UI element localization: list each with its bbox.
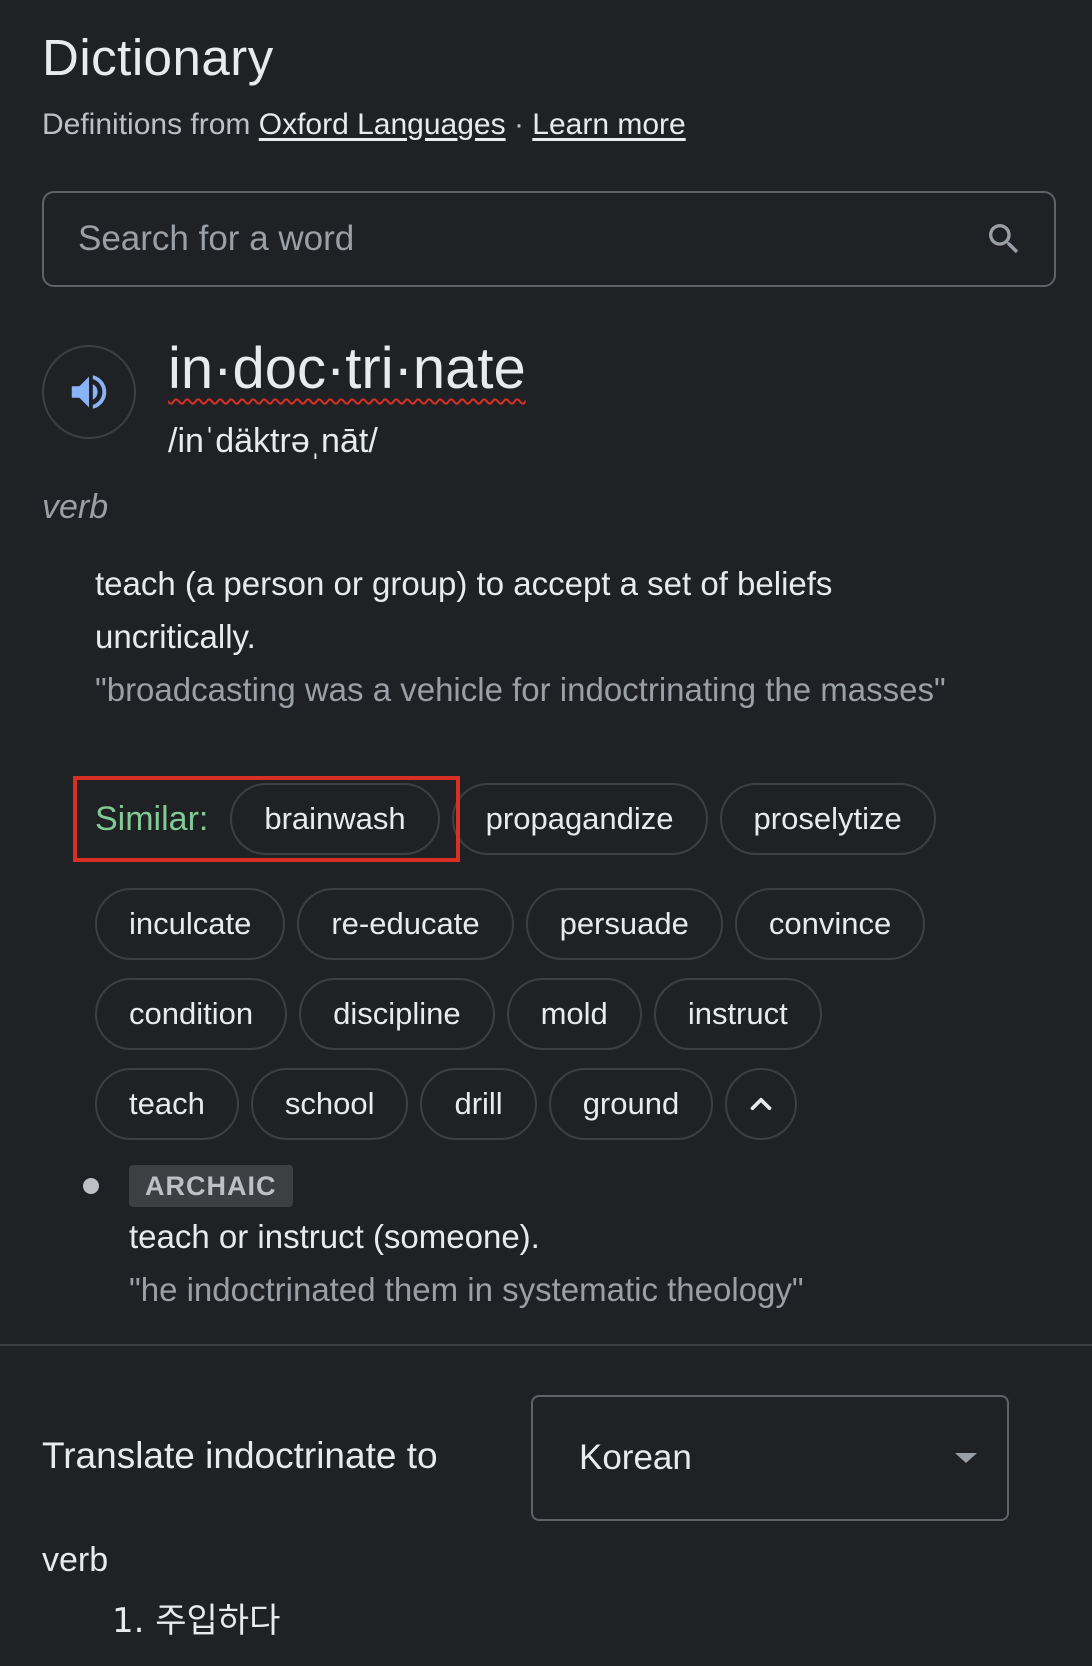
- definition-2: teach or instruct (someone).: [129, 1218, 540, 1255]
- headword: in·doc·tri·nate: [168, 336, 526, 401]
- similar-chip-row: inculcate re-educate persuade convince: [95, 888, 937, 960]
- similar-chip[interactable]: proselytize: [719, 783, 936, 855]
- similar-chip[interactable]: persuade: [525, 888, 723, 960]
- page-title: Dictionary: [42, 29, 274, 86]
- similar-chip[interactable]: brainwash: [230, 783, 440, 855]
- similar-label: Similar:: [95, 799, 209, 838]
- pronunciation: /inˈdäktrəˌnāt/: [168, 422, 378, 460]
- search-icon[interactable]: [984, 219, 1024, 259]
- translation-part-of-speech: verb: [42, 1541, 109, 1579]
- pronunciation-audio-button[interactable]: [42, 345, 136, 439]
- dropdown-caret-icon: [955, 1453, 977, 1463]
- translation-item: 1. 주입하다: [112, 1601, 281, 1641]
- bullet-dot: [83, 1178, 99, 1194]
- translate-label: Translate indoctrinate to: [42, 1435, 438, 1476]
- similar-chip[interactable]: inculcate: [95, 888, 286, 960]
- similar-chip[interactable]: teach: [95, 1068, 239, 1140]
- separator: ·: [513, 108, 524, 141]
- dictionary-panel: Dictionary Definitions from Oxford Langu…: [0, 0, 1092, 1666]
- speaker-icon: [71, 375, 107, 409]
- similar-chip[interactable]: discipline: [299, 978, 495, 1050]
- similar-chip[interactable]: mold: [506, 978, 642, 1050]
- search-box[interactable]: [42, 191, 1056, 287]
- part-of-speech: verb: [42, 488, 109, 526]
- source-prefix: Definitions from: [42, 108, 251, 141]
- example-sentence: "broadcasting was a vehicle for indoctri…: [95, 671, 946, 708]
- similar-chip[interactable]: propagandize: [451, 783, 708, 855]
- definition: teach (a person or group) to accept a se…: [95, 565, 833, 655]
- collapse-similar-button[interactable]: [725, 1068, 798, 1140]
- similar-row: Similar: brainwash propagandize proselyt…: [95, 783, 948, 855]
- similar-chip[interactable]: condition: [95, 978, 288, 1050]
- archaic-label: ARCHAIC: [129, 1165, 293, 1207]
- selected-language: Korean: [579, 1438, 692, 1477]
- search-input[interactable]: [76, 218, 984, 260]
- learn-more-link[interactable]: Learn more: [532, 108, 685, 141]
- similar-chip-row: teach school drill ground: [95, 1068, 809, 1140]
- language-select[interactable]: Korean: [531, 1395, 1009, 1521]
- similar-chip[interactable]: convince: [734, 888, 926, 960]
- similar-chip[interactable]: ground: [548, 1068, 714, 1140]
- similar-chip[interactable]: re-educate: [297, 888, 514, 960]
- similar-chip[interactable]: school: [250, 1068, 409, 1140]
- oxford-languages-link[interactable]: Oxford Languages: [259, 108, 506, 141]
- chevron-up-icon: [750, 1097, 772, 1111]
- source-line: Definitions from Oxford Languages · Lear…: [42, 108, 686, 142]
- example-sentence-2: "he indoctrinated them in systematic the…: [129, 1271, 804, 1308]
- similar-chip-row: condition discipline mold instruct: [95, 978, 834, 1050]
- similar-chip[interactable]: instruct: [653, 978, 822, 1050]
- divider: [0, 1344, 1092, 1346]
- similar-chip[interactable]: drill: [420, 1068, 537, 1140]
